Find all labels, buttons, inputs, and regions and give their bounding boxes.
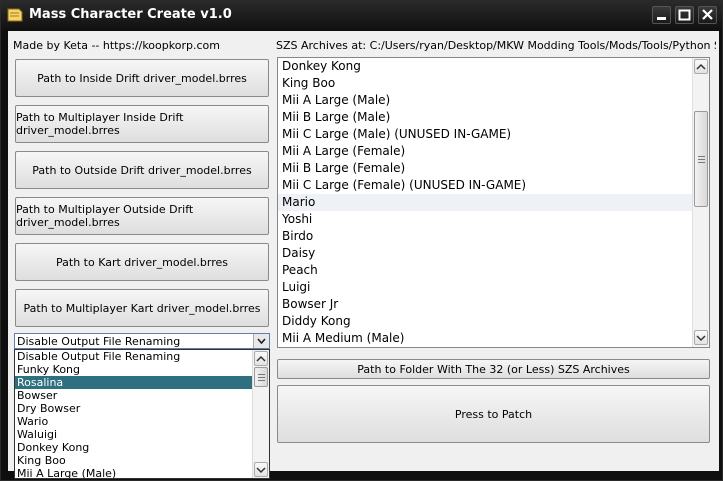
chevron-up-icon [696,63,706,70]
list-item[interactable]: Mii C Large (Male) (UNUSED IN-GAME) [278,126,709,143]
kart-path-button[interactable]: Path to Kart driver_model.brres [15,243,269,281]
app-window: Mass Character Create v1.0 Made by Keta … [0,0,723,481]
close-icon [702,9,713,20]
list-item-hovered[interactable]: Mario [278,194,709,211]
patch-button[interactable]: Press to Patch [277,385,710,443]
chevron-down-icon [257,338,266,345]
list-item[interactable]: Yoshi [278,211,709,228]
dropdown-item[interactable]: Waluigi [15,428,269,441]
list-item[interactable]: Peach [278,262,709,279]
outside-drift-path-button[interactable]: Path to Outside Drift driver_model.brres [15,151,269,189]
multiplayer-kart-path-button[interactable]: Path to Multiplayer Kart driver_model.br… [15,289,269,327]
scroll-down-button[interactable] [254,462,268,477]
credit-label: Made by Keta -- https://koopkorp.com [13,39,220,52]
dropdown-item[interactable]: Bowser [15,389,269,402]
list-item[interactable]: Mii A Large (Female) [278,143,709,160]
combo-dropdown-button[interactable] [253,334,269,348]
window-title: Mass Character Create v1.0 [29,7,232,22]
list-item[interactable]: Birdo [278,228,709,245]
list-item[interactable]: Daisy [278,245,709,262]
dropdown-scrollbar[interactable] [252,350,269,478]
list-item[interactable]: Mii C Large (Female) (UNUSED IN-GAME) [278,177,709,194]
combo-value: Disable Output File Renaming [17,335,181,348]
szs-archive-list[interactable]: Donkey Kong King Boo Mii A Large (Male) … [277,57,710,348]
minimize-button[interactable] [652,6,671,24]
title-bar[interactable]: Mass Character Create v1.0 [1,1,722,30]
maximize-icon [678,9,691,21]
multiplayer-outside-drift-path-button[interactable]: Path to Multiplayer Outside Drift driver… [15,197,269,235]
close-button[interactable] [698,6,717,24]
szs-path-label: SZS Archives at: C:/Users/ryan/Desktop/M… [276,39,716,52]
list-item[interactable]: Mii B Large (Male) [278,109,709,126]
chevron-down-icon [696,334,706,341]
scroll-up-button[interactable] [254,351,268,366]
list-scrollbar[interactable] [692,58,709,347]
list-item[interactable]: Diddy Kong [278,313,709,330]
list-item[interactable]: King Boo [278,75,709,92]
app-icon [7,8,23,22]
dropdown-item[interactable]: Wario [15,415,269,428]
scroll-up-button[interactable] [694,59,708,74]
dropdown-item[interactable]: Donkey Kong [15,441,269,454]
multiplayer-inside-drift-path-button[interactable]: Path to Multiplayer Inside Drift driver_… [15,105,269,143]
list-item[interactable]: Mii B Large (Female) [278,160,709,177]
minimize-icon [657,17,666,20]
dropdown-item[interactable]: Disable Output File Renaming [15,350,269,363]
dropdown-item[interactable]: Mii A Large (Male) [15,467,269,478]
chevron-down-icon [256,466,266,473]
client-area: Made by Keta -- https://koopkorp.com SZS… [8,31,719,479]
list-item[interactable]: Donkey Kong [278,58,709,75]
scroll-down-button[interactable] [694,330,708,345]
dropdown-item[interactable]: King Boo [15,454,269,467]
chevron-up-icon [256,355,266,362]
list-item[interactable]: Luigi [278,279,709,296]
combo-dropdown-list[interactable]: Disable Output File Renaming Funky Kong … [14,349,270,479]
list-item[interactable]: Bowser Jr [278,296,709,313]
szs-folder-path-button[interactable]: Path to Folder With The 32 (or Less) SZS… [277,359,710,379]
dropdown-item[interactable]: Funky Kong [15,363,269,376]
dropdown-item-selected[interactable]: Rosalina [15,376,269,389]
dropdown-item[interactable]: Dry Bowser [15,402,269,415]
scroll-thumb[interactable] [694,111,708,207]
list-item[interactable]: Mii A Medium (Male) [278,330,709,347]
list-item[interactable]: Mii A Large (Male) [278,92,709,109]
maximize-button[interactable] [675,6,694,24]
inside-drift-path-button[interactable]: Path to Inside Drift driver_model.brres [15,59,269,97]
scroll-thumb[interactable] [254,367,268,387]
rename-combo[interactable]: Disable Output File Renaming [14,333,270,349]
